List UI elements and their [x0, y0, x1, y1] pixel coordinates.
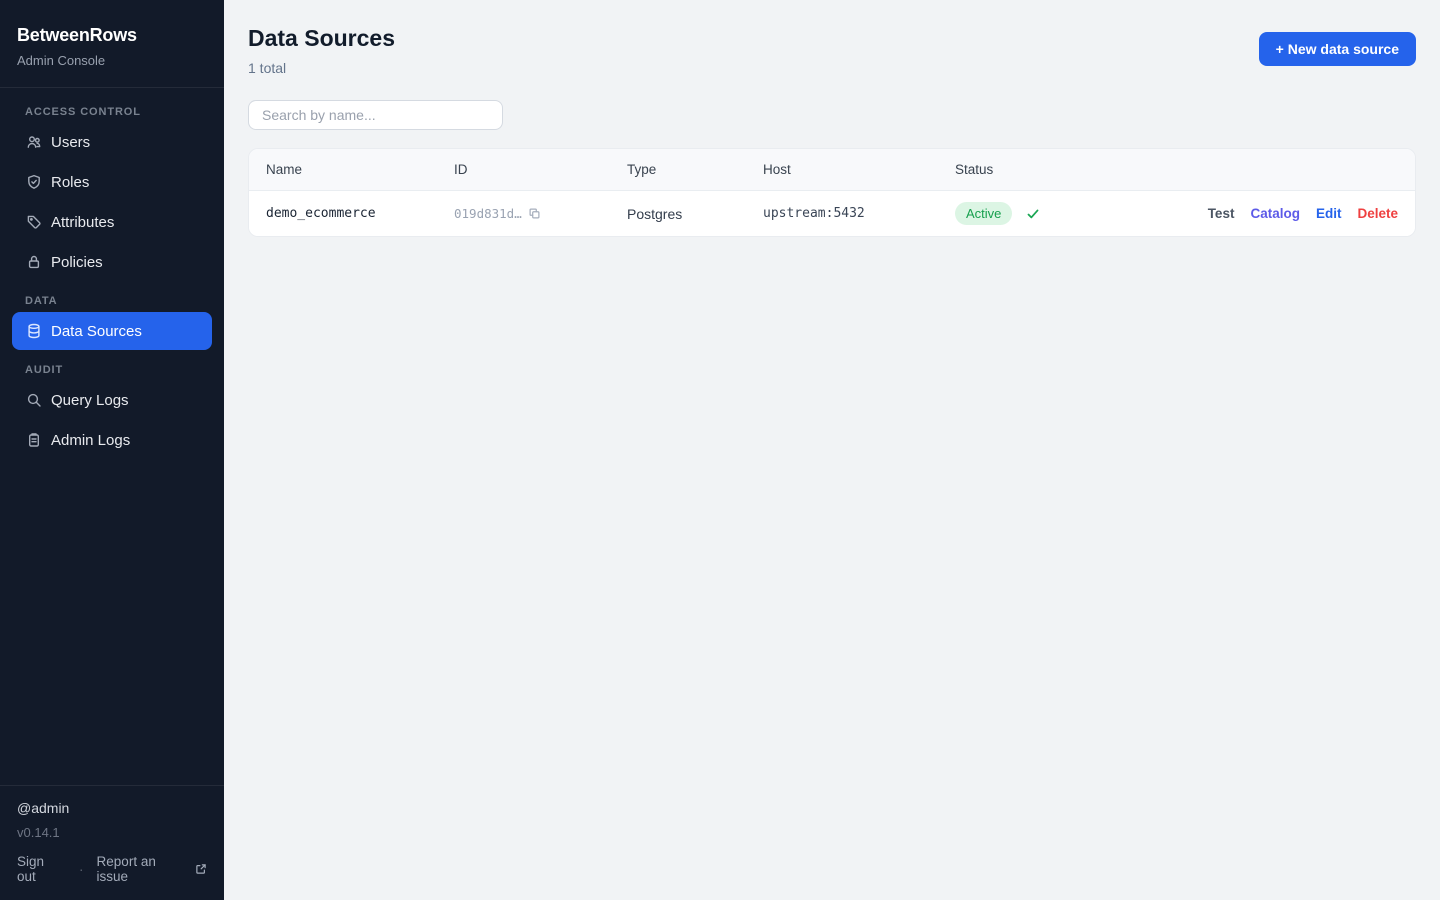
- sidebar-item-admin-logs[interactable]: Admin Logs: [12, 421, 212, 459]
- page-title: Data Sources: [248, 24, 395, 52]
- sidebar-item-label: Policies: [51, 254, 103, 271]
- sidebar-item-label: Admin Logs: [51, 432, 130, 449]
- sidebar-item-roles[interactable]: Roles: [12, 163, 212, 201]
- footer-links: Sign out · Report an issue: [17, 854, 207, 884]
- sidebar-item-query-logs[interactable]: Query Logs: [12, 381, 212, 419]
- check-icon: [1026, 207, 1040, 221]
- column-header-id: ID: [454, 162, 627, 177]
- footer-separator: ·: [79, 862, 84, 877]
- brand-subtitle: Admin Console: [17, 54, 207, 67]
- sidebar-item-label: Users: [51, 134, 90, 151]
- search-input[interactable]: [248, 100, 503, 130]
- external-link-icon: [195, 863, 207, 875]
- sidebar-item-data-sources[interactable]: Data Sources: [12, 312, 212, 350]
- shield-check-icon: [26, 174, 42, 190]
- sidebar-item-label: Data Sources: [51, 323, 142, 340]
- new-data-source-button[interactable]: + New data source: [1259, 32, 1416, 66]
- copy-id-button[interactable]: [528, 207, 541, 220]
- page-header-text: Data Sources 1 total: [248, 24, 395, 76]
- sidebar-nav: Access Control Users Roles: [0, 88, 224, 459]
- catalog-action[interactable]: Catalog: [1250, 206, 1300, 221]
- test-action[interactable]: Test: [1208, 206, 1235, 221]
- delete-action[interactable]: Delete: [1357, 206, 1398, 221]
- status-badge: Active: [955, 202, 1012, 225]
- brand-logo: BetweenRows: [17, 26, 207, 44]
- page-header: Data Sources 1 total + New data source: [248, 24, 1416, 76]
- datasource-name: demo_ecommerce: [249, 206, 454, 221]
- data-sources-table: Name ID Type Host Status demo_ecommerce …: [248, 148, 1416, 237]
- clipboard-icon: [26, 432, 42, 448]
- column-header-status: Status: [955, 162, 1398, 177]
- section-label-data: Data: [25, 295, 199, 307]
- column-header-host: Host: [763, 162, 955, 177]
- total-count: 1 total: [248, 60, 395, 76]
- edit-action[interactable]: Edit: [1316, 206, 1342, 221]
- sidebar-item-label: Attributes: [51, 214, 114, 231]
- report-issue-label: Report an issue: [97, 854, 190, 884]
- lock-icon: [26, 254, 42, 270]
- search-icon: [26, 392, 42, 408]
- sidebar-item-label: Roles: [51, 174, 89, 191]
- datasource-type: Postgres: [627, 206, 763, 222]
- datasource-status-cell: Active: [955, 202, 1208, 225]
- column-header-type: Type: [627, 162, 763, 177]
- users-icon: [26, 134, 42, 150]
- datasource-id-cell: 019d831d…: [454, 206, 627, 221]
- sidebar-footer: @admin v0.14.1 Sign out · Report an issu…: [0, 785, 224, 900]
- sidebar-item-attributes[interactable]: Attributes: [12, 203, 212, 241]
- sidebar-item-users[interactable]: Users: [12, 123, 212, 161]
- row-actions: Test Catalog Edit Delete: [1208, 206, 1415, 221]
- sidebar-item-policies[interactable]: Policies: [12, 243, 212, 281]
- report-issue-link[interactable]: Report an issue: [97, 854, 207, 884]
- table-header-row: Name ID Type Host Status: [249, 149, 1415, 191]
- sidebar-header: BetweenRows Admin Console: [0, 0, 224, 88]
- current-user: @admin: [17, 800, 207, 816]
- sign-out-link[interactable]: Sign out: [17, 854, 66, 884]
- datasource-id: 019d831d…: [454, 206, 522, 221]
- table-row: demo_ecommerce 019d831d… Postgres: [249, 191, 1415, 236]
- sidebar-item-label: Query Logs: [51, 392, 129, 409]
- copy-icon: [528, 207, 541, 220]
- section-label-audit: Audit: [25, 364, 199, 376]
- datasource-host: upstream:5432: [763, 206, 955, 221]
- sidebar: BetweenRows Admin Console Access Control…: [0, 0, 224, 900]
- tag-icon: [26, 214, 42, 230]
- app-version: v0.14.1: [17, 825, 207, 840]
- column-header-name: Name: [249, 162, 454, 177]
- section-label-access-control: Access Control: [25, 106, 199, 118]
- database-icon: [26, 323, 42, 339]
- main-content: Data Sources 1 total + New data source N…: [224, 0, 1440, 900]
